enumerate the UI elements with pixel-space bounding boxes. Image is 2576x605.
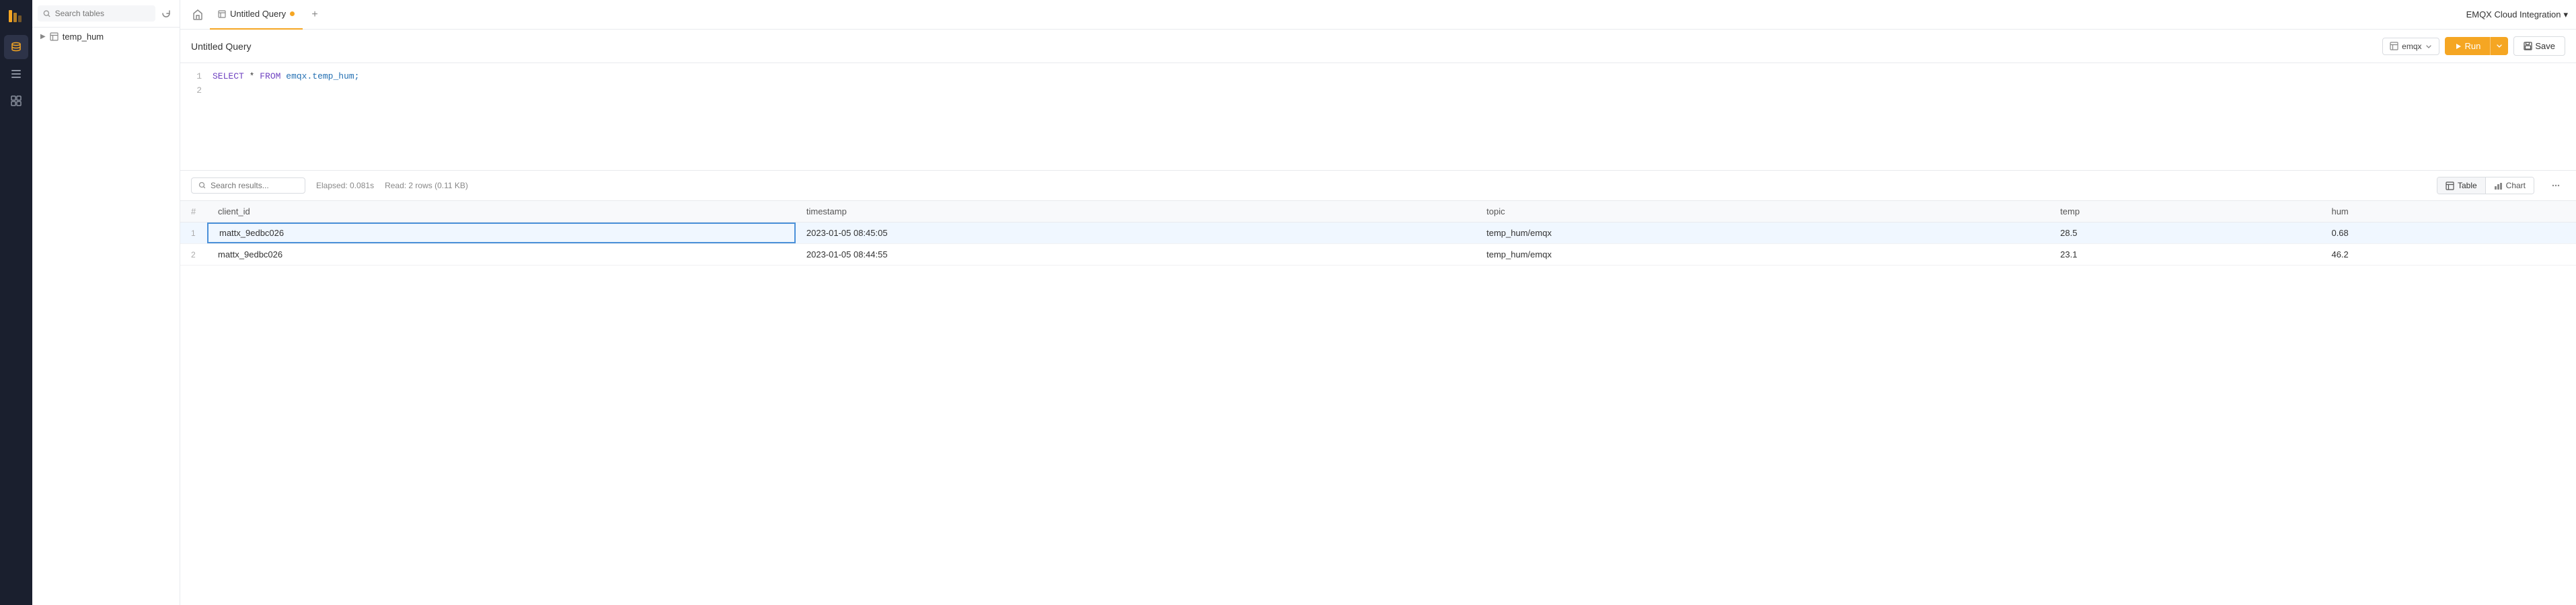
keyword-from: FROM bbox=[260, 71, 280, 81]
more-icon bbox=[2551, 181, 2561, 190]
code-line-2: 2 bbox=[191, 84, 2565, 98]
cell-temp-1: 28.5 bbox=[2049, 223, 2320, 244]
view-table-label: Table bbox=[2458, 181, 2477, 190]
run-dropdown-button[interactable] bbox=[2490, 37, 2508, 55]
results-area: Elapsed: 0.081s Read: 2 rows (0.11 KB) T… bbox=[180, 171, 2576, 605]
query-tab-icon bbox=[218, 10, 226, 18]
sidebar-icon-database[interactable] bbox=[4, 35, 28, 59]
results-table-body: 1 mattx_9edbc026 2023-01-05 08:45:05 tem… bbox=[180, 223, 2576, 266]
results-search-icon bbox=[198, 182, 206, 190]
results-table-head: # client_id timestamp topic temp hum bbox=[180, 201, 2576, 223]
sidebar-icons bbox=[0, 0, 32, 605]
save-button[interactable]: Save bbox=[2513, 36, 2565, 56]
save-label: Save bbox=[2535, 41, 2555, 51]
run-icon bbox=[2454, 42, 2462, 50]
results-read: Read: 2 rows (0.11 KB) bbox=[385, 181, 468, 190]
results-toolbar: Elapsed: 0.081s Read: 2 rows (0.11 KB) T… bbox=[180, 171, 2576, 201]
cell-client-id-1-inner: mattx_9edbc026 bbox=[207, 223, 796, 243]
db-icon bbox=[2390, 42, 2398, 50]
tab-untitled-query[interactable]: Untitled Query bbox=[210, 0, 303, 30]
query-toolbar: Untitled Query emqx bbox=[180, 30, 2576, 63]
sidebar-icon-settings[interactable] bbox=[4, 89, 28, 113]
col-header-topic: topic bbox=[1476, 201, 2049, 223]
keyword-select: SELECT bbox=[213, 71, 244, 81]
chart-view-icon bbox=[2494, 182, 2503, 190]
table-row[interactable]: 1 mattx_9edbc026 2023-01-05 08:45:05 tem… bbox=[180, 223, 2576, 244]
save-icon bbox=[2524, 42, 2532, 50]
top-bar: Untitled Query + EMQX Cloud Integration … bbox=[180, 0, 2576, 30]
cell-hum-2: 46.2 bbox=[2320, 244, 2576, 266]
code-content-1: SELECT * FROM emqx.temp_hum; bbox=[213, 70, 359, 84]
view-chart-label: Chart bbox=[2506, 181, 2526, 190]
query-actions: emqx Run bbox=[2382, 36, 2565, 56]
cell-temp-2: 23.1 bbox=[2049, 244, 2320, 266]
table-view-icon bbox=[2446, 182, 2454, 190]
col-header-client-id: client_id bbox=[207, 201, 796, 223]
results-view-toggle: Table Chart bbox=[2437, 177, 2534, 194]
cell-row-num-2: 2 bbox=[180, 244, 207, 266]
cell-client-id-2: mattx_9edbc026 bbox=[207, 244, 796, 266]
table-icon bbox=[50, 32, 59, 41]
run-button-group: Run bbox=[2445, 37, 2509, 55]
col-header-timestamp: timestamp bbox=[796, 201, 1476, 223]
col-header-num: # bbox=[180, 201, 207, 223]
query-area: Untitled Query emqx bbox=[180, 30, 2576, 605]
db-name: emqx bbox=[2402, 42, 2421, 51]
results-search-input[interactable] bbox=[211, 181, 298, 190]
tab-unsaved-dot bbox=[290, 11, 295, 16]
cell-hum-1: 0.68 bbox=[2320, 223, 2576, 244]
results-elapsed: Elapsed: 0.081s bbox=[316, 181, 374, 190]
results-table-wrap: # client_id timestamp topic temp hum 1 bbox=[180, 201, 2576, 605]
search-input[interactable] bbox=[55, 9, 150, 18]
more-options-button[interactable] bbox=[2546, 176, 2565, 195]
home-button[interactable] bbox=[188, 5, 207, 24]
table-row[interactable]: 2 mattx_9edbc026 2023-01-05 08:44:55 tem… bbox=[180, 244, 2576, 266]
new-tab-button[interactable]: + bbox=[305, 5, 324, 24]
table-name: temp_hum bbox=[63, 32, 104, 42]
tab-label: Untitled Query bbox=[230, 9, 286, 19]
run-button[interactable]: Run bbox=[2445, 37, 2491, 55]
results-search-box[interactable] bbox=[191, 177, 305, 194]
emqx-cloud-integration-label[interactable]: EMQX Cloud Integration ▾ bbox=[2466, 9, 2568, 20]
sidebar-icon-list[interactable] bbox=[4, 62, 28, 86]
emqx-cloud-chevron: ▾ bbox=[2563, 9, 2568, 20]
view-table-button[interactable]: Table bbox=[2437, 177, 2485, 194]
cell-timestamp-1: 2023-01-05 08:45:05 bbox=[796, 223, 1476, 244]
line-number-2: 2 bbox=[191, 84, 202, 98]
view-chart-button[interactable]: Chart bbox=[2485, 177, 2534, 194]
line-number-1: 1 bbox=[191, 70, 202, 84]
main-content: Untitled Query + EMQX Cloud Integration … bbox=[180, 0, 2576, 605]
run-label: Run bbox=[2465, 41, 2481, 51]
table-item-temp-hum[interactable]: ▶ temp_hum bbox=[32, 28, 180, 46]
top-bar-right: EMQX Cloud Integration ▾ bbox=[2466, 9, 2568, 20]
search-icon bbox=[43, 9, 51, 18]
query-title: Untitled Query bbox=[191, 41, 251, 52]
cell-row-num-1: 1 bbox=[180, 223, 207, 244]
cell-topic-2: temp_hum/emqx bbox=[1476, 244, 2049, 266]
code-editor[interactable]: 1 SELECT * FROM emqx.temp_hum; 2 bbox=[180, 63, 2576, 171]
run-chevron-icon bbox=[2496, 42, 2503, 49]
app-logo bbox=[7, 7, 26, 26]
code-line-1: 1 SELECT * FROM emqx.temp_hum; bbox=[191, 70, 2565, 84]
code-content-2 bbox=[213, 84, 218, 98]
left-panel-header bbox=[32, 0, 180, 28]
results-table-header-row: # client_id timestamp topic temp hum bbox=[180, 201, 2576, 223]
results-table: # client_id timestamp topic temp hum 1 bbox=[180, 201, 2576, 266]
search-box[interactable] bbox=[38, 5, 155, 22]
cell-topic-1: temp_hum/emqx bbox=[1476, 223, 2049, 244]
emqx-cloud-text: EMQX Cloud Integration bbox=[2466, 9, 2561, 19]
col-header-temp: temp bbox=[2049, 201, 2320, 223]
col-header-hum: hum bbox=[2320, 201, 2576, 223]
db-selector[interactable]: emqx bbox=[2382, 38, 2439, 55]
star-wildcard: * bbox=[250, 71, 260, 81]
cell-timestamp-2: 2023-01-05 08:44:55 bbox=[796, 244, 1476, 266]
cell-client-id-1[interactable]: mattx_9edbc026 bbox=[207, 223, 796, 244]
refresh-button[interactable] bbox=[158, 5, 174, 22]
chevron-right-icon: ▶ bbox=[40, 33, 46, 40]
db-chevron-icon bbox=[2425, 43, 2432, 50]
table-reference: emqx.temp_hum; bbox=[286, 71, 359, 81]
left-panel: ▶ temp_hum bbox=[32, 0, 180, 605]
